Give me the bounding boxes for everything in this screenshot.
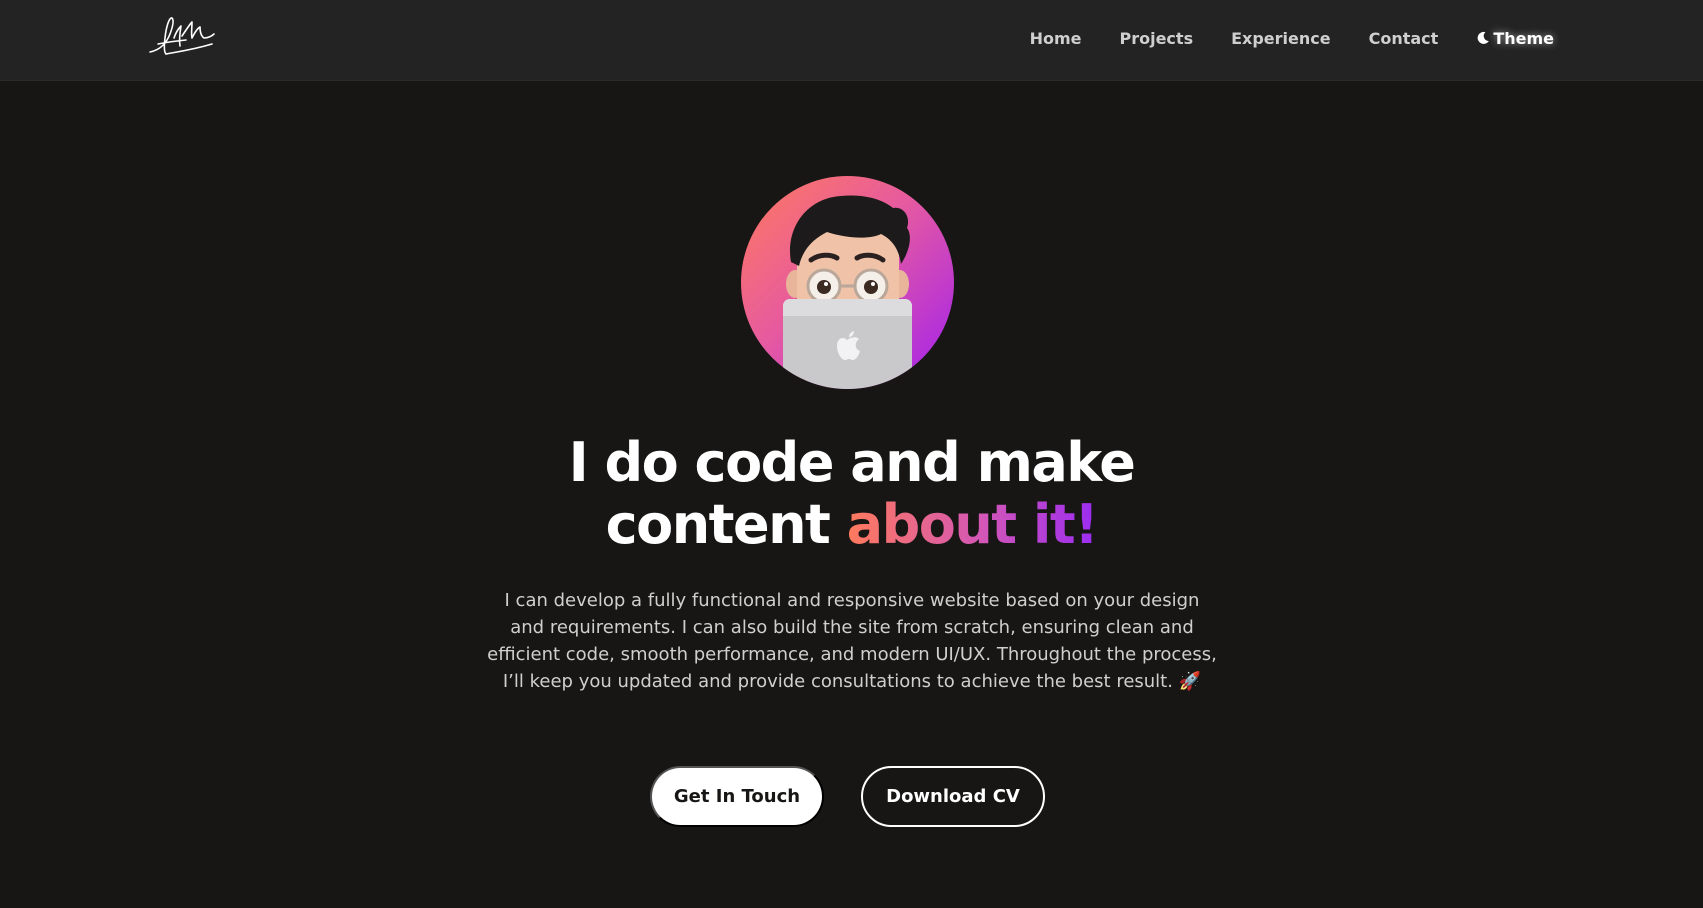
theme-toggle-label: Theme bbox=[1493, 28, 1554, 48]
navbar: Home Projects Experience Contact Theme bbox=[0, 0, 1703, 81]
signature-logo-icon bbox=[149, 17, 215, 55]
nav-link-projects[interactable]: Projects bbox=[1119, 29, 1193, 48]
theme-toggle-button[interactable]: Theme bbox=[1476, 29, 1554, 48]
download-cv-button[interactable]: Download CV bbox=[861, 766, 1045, 827]
headline-line2-plain: content bbox=[605, 493, 831, 556]
memoji-avatar-icon bbox=[783, 195, 912, 389]
hero-intro-text: I can develop a fully functional and res… bbox=[487, 590, 1217, 692]
moon-icon bbox=[1477, 31, 1490, 44]
memoji-avatar bbox=[741, 176, 954, 389]
headline-line1: I do code and make bbox=[568, 431, 1136, 494]
nav-links: Home Projects Experience Contact Theme bbox=[992, 0, 1554, 76]
nav-link-home[interactable]: Home bbox=[1030, 29, 1082, 48]
headline-line2-accent: about it! bbox=[846, 493, 1099, 556]
hero-headline: I do code and make content about it! bbox=[0, 432, 1703, 556]
nav-link-contact[interactable]: Contact bbox=[1369, 29, 1439, 48]
signature-logo[interactable] bbox=[146, 14, 218, 60]
get-in-touch-button[interactable]: Get In Touch bbox=[650, 766, 824, 827]
nav-link-experience[interactable]: Experience bbox=[1231, 29, 1331, 48]
